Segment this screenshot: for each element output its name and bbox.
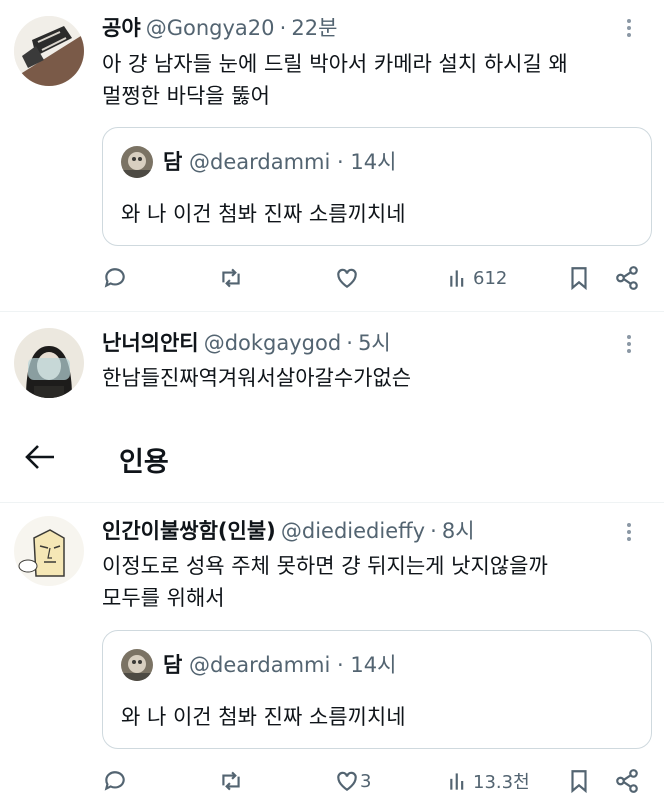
- page-title: 인용: [119, 447, 169, 478]
- action-bar: 3 13.3천: [102, 765, 652, 797]
- bookmark-icon: [571, 770, 587, 794]
- user-handle[interactable]: @Gongya20: [146, 16, 275, 40]
- tweet-text: 모두를 위해서: [102, 586, 225, 610]
- quoted-tweet[interactable]: 담 @deardammi · 14시 와 나 이건 첨봐 진짜 소름끼치네: [102, 127, 652, 246]
- like-button[interactable]: 3: [334, 765, 371, 797]
- view-count: 13.3천: [473, 772, 530, 793]
- more-icon[interactable]: [627, 332, 631, 356]
- quoted-text: 와 나 이건 첨봐 진짜 소름끼치네: [121, 705, 406, 729]
- view-count: 612: [473, 267, 508, 289]
- display-name[interactable]: 공야: [102, 16, 141, 40]
- views-button[interactable]: 612: [447, 262, 507, 294]
- reply-button[interactable]: [102, 765, 128, 797]
- user-handle[interactable]: @dokgaygod: [204, 331, 341, 355]
- heart-icon: [337, 268, 357, 288]
- user-handle: @deardammi: [189, 653, 331, 677]
- quoted-text: 와 나 이건 첨봐 진짜 소름끼치네: [121, 202, 406, 226]
- views-icon: [450, 270, 464, 287]
- reply-button[interactable]: [102, 262, 128, 294]
- bookmark-button[interactable]: [566, 262, 592, 294]
- tweet-text: 멀쩡한 바닥을 뚫어: [102, 84, 270, 108]
- separator: ·: [346, 331, 353, 355]
- reply-icon: [104, 268, 125, 288]
- like-button[interactable]: [334, 262, 360, 294]
- avatar: [121, 146, 153, 178]
- display-name[interactable]: 난너의안티: [102, 331, 199, 355]
- user-handle[interactable]: @diediedieffy: [281, 519, 425, 543]
- user-handle: @deardammi: [189, 150, 331, 174]
- tweet-text: 아 걍 남자들 눈에 드릴 박아서 카메라 설치 하시길 왜: [102, 52, 568, 76]
- timestamp: 14시: [350, 150, 397, 174]
- bookmark-button[interactable]: [566, 765, 592, 797]
- timestamp[interactable]: 8시: [442, 519, 475, 543]
- divider: [0, 502, 664, 503]
- separator: ·: [430, 519, 437, 543]
- avatar-image: [14, 16, 84, 86]
- separator: ·: [279, 16, 287, 40]
- avatar[interactable]: [14, 328, 84, 398]
- more-icon[interactable]: [627, 16, 631, 40]
- tweet-text: 이정도로 성욕 주체 못하면 걍 뒤지는게 낫지않을까: [102, 554, 548, 578]
- reply-icon: [104, 771, 125, 791]
- timestamp[interactable]: 22분: [291, 16, 337, 40]
- share-button[interactable]: [614, 765, 640, 797]
- display-name: 담: [163, 150, 183, 174]
- bookmark-icon: [571, 267, 587, 291]
- quoted-tweet[interactable]: 담 @deardammi · 14시 와 나 이건 첨봐 진짜 소름끼치네: [102, 630, 652, 749]
- avatar[interactable]: [14, 516, 84, 586]
- separator: ·: [337, 150, 344, 174]
- avatar: [121, 649, 153, 681]
- timestamp[interactable]: 5시: [358, 331, 391, 355]
- retweet-button[interactable]: [218, 765, 244, 797]
- avatar-image: [14, 516, 84, 586]
- retweet-icon: [222, 268, 240, 288]
- back-arrow-icon: [25, 445, 54, 469]
- separator: ·: [337, 653, 344, 677]
- avatar-image: [14, 328, 84, 398]
- tweet-text: 한남들진짜역겨워서살아갈수가없슨: [102, 366, 412, 390]
- like-count: 3: [360, 770, 372, 792]
- views-icon: [450, 773, 464, 790]
- views-button[interactable]: 13.3천: [447, 765, 530, 797]
- share-icon: [616, 266, 638, 290]
- display-name: 담: [163, 653, 183, 677]
- retweet-icon: [222, 771, 240, 791]
- retweet-button[interactable]: [218, 262, 244, 294]
- heart-icon: [337, 771, 357, 791]
- back-button[interactable]: [24, 443, 56, 475]
- more-icon[interactable]: [627, 520, 631, 544]
- divider: [0, 311, 664, 312]
- share-button[interactable]: [614, 262, 640, 294]
- action-bar: 612: [102, 262, 652, 294]
- avatar[interactable]: [14, 16, 84, 86]
- display-name[interactable]: 인간이불쌍함(인불): [102, 519, 276, 543]
- share-icon: [616, 769, 638, 793]
- timestamp: 14시: [350, 653, 397, 677]
